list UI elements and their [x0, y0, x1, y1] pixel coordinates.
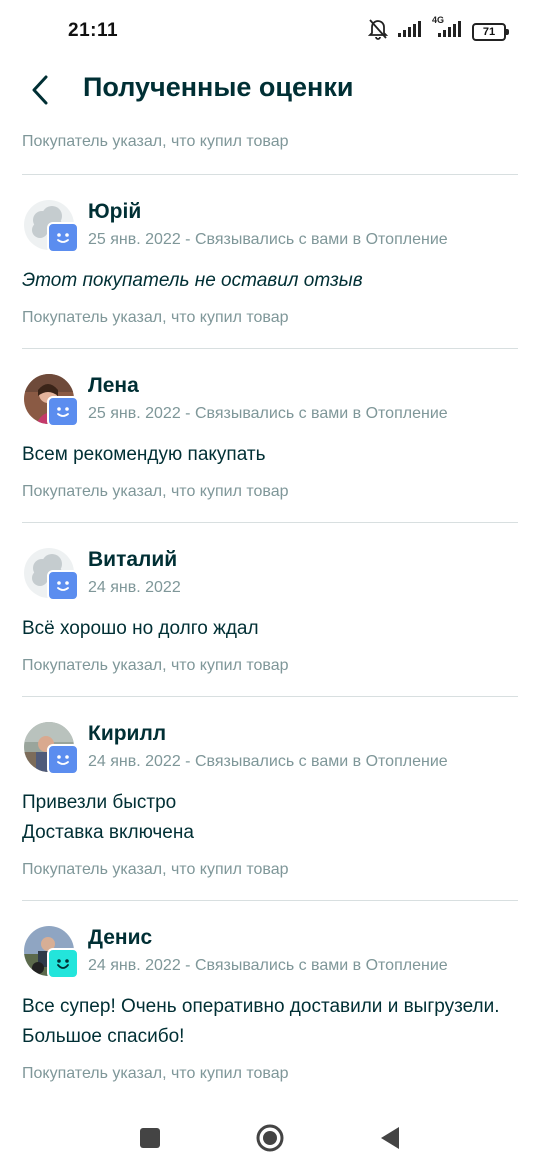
review-item: Виталий 24 янв. 2022 Всё хорошо но долго…	[22, 523, 518, 697]
avatar	[24, 722, 79, 775]
system-back-button[interactable]	[374, 1122, 406, 1154]
reviewer-name: Кирилл	[88, 722, 167, 745]
verified-purchase-label: Покупатель указал, что купил товар	[22, 1065, 289, 1082]
page-title: Полученные оценки	[83, 72, 354, 102]
review-meta: 24 янв. 2022	[88, 579, 181, 596]
chevron-left-icon	[32, 75, 48, 105]
status-time: 21:11	[68, 20, 119, 41]
back-button[interactable]	[22, 70, 58, 110]
battery-icon: 71	[472, 22, 509, 41]
avatar	[24, 200, 79, 253]
reviewer-name: Виталий	[88, 548, 178, 571]
verified-purchase-label: Покупатель указал, что купил товар	[22, 118, 518, 175]
avatar	[24, 548, 79, 601]
review-meta: 25 янв. 2022 - Связывались с вами в Отоп…	[88, 231, 448, 248]
verified-purchase-label: Покупатель указал, что купил товар	[22, 309, 289, 326]
network-label: 4G	[432, 15, 445, 25]
status-icons: 4G 71	[367, 15, 509, 45]
system-nav-bar	[0, 1104, 540, 1170]
avatar	[24, 926, 79, 979]
review-text: Всем рекомендую пакупать	[22, 444, 266, 465]
recent-apps-button[interactable]	[134, 1122, 166, 1154]
verified-purchase-label: Покупатель указал, что купил товар	[22, 483, 289, 500]
bell-muted-icon	[367, 18, 389, 45]
smiley-face-icon	[47, 396, 79, 427]
review-text: Этот покупатель не оставил отзыв	[22, 270, 363, 291]
smiley-face-icon	[47, 222, 79, 253]
review-text: Привезли быстро Доставка включена	[22, 792, 194, 843]
reviewer-name: Юрій	[88, 200, 142, 223]
review-text: Всё хорошо но долго ждал	[22, 618, 259, 639]
status-bar: 21:11 4G 71	[0, 0, 540, 62]
smiley-face-icon	[47, 570, 79, 601]
verified-purchase-label: Покупатель указал, что купил товар	[22, 657, 289, 674]
reviews-list[interactable]: Покупатель указал, что купил товар Юрій …	[22, 118, 518, 1104]
review-text: Все супер! Очень оперативно доставили и …	[22, 996, 500, 1047]
review-item: Юрій 25 янв. 2022 - Связывались с вами в…	[22, 175, 518, 349]
review-item: Лена 25 янв. 2022 - Связывались с вами в…	[22, 349, 518, 523]
verified-purchase-label: Покупатель указал, что купил товар	[22, 861, 289, 878]
home-button[interactable]	[254, 1122, 286, 1154]
circle-home-icon	[256, 1124, 284, 1152]
signal-4g-icon: 4G	[432, 15, 462, 42]
review-item: Кирилл 24 янв. 2022 - Связывались с вами…	[22, 697, 518, 901]
reviewer-name: Денис	[88, 926, 153, 949]
signal-icon	[398, 21, 422, 42]
app-header: Полученные оценки	[0, 62, 540, 118]
review-meta: 24 янв. 2022 - Связывались с вами в Отоп…	[88, 753, 448, 770]
triangle-back-icon	[381, 1127, 399, 1149]
smiley-face-icon	[47, 948, 79, 979]
smiley-face-icon	[47, 744, 79, 775]
review-item: Денис 24 янв. 2022 - Связывались с вами …	[22, 901, 518, 1104]
square-icon	[140, 1128, 160, 1148]
review-meta: 24 янв. 2022 - Связывались с вами в Отоп…	[88, 957, 448, 974]
review-meta: 25 янв. 2022 - Связывались с вами в Отоп…	[88, 405, 448, 422]
avatar	[24, 374, 79, 427]
reviewer-name: Лена	[88, 374, 139, 397]
